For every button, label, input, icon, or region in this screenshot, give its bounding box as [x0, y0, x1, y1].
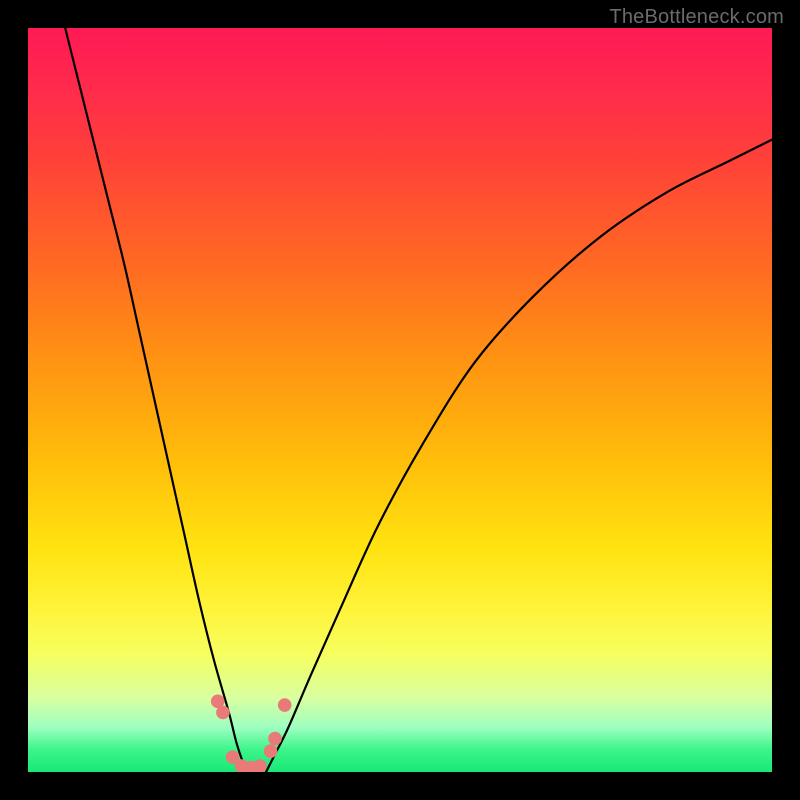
marker-point	[216, 706, 230, 720]
marker-point	[268, 732, 282, 746]
marker-point	[253, 759, 267, 772]
left-curve	[65, 28, 247, 772]
marker-group	[211, 695, 292, 772]
plot-area	[28, 28, 772, 772]
watermark-text: TheBottleneck.com	[609, 6, 784, 29]
marker-point	[264, 744, 278, 758]
marker-point	[278, 698, 292, 712]
right-curve	[266, 140, 772, 772]
outer-frame: TheBottleneck.com	[0, 0, 800, 800]
curve-layer	[28, 28, 772, 772]
